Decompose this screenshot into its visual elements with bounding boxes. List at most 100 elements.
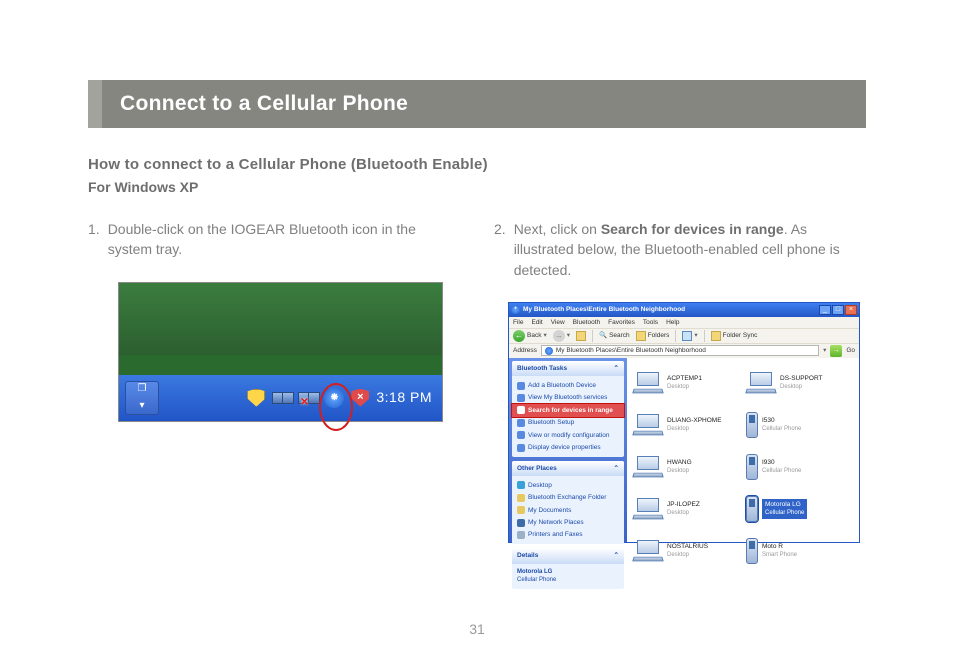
up-button[interactable] — [576, 331, 586, 341]
menu-tools[interactable]: Tools — [643, 318, 658, 327]
menu-edit[interactable]: Edit — [531, 318, 542, 327]
menu-favorites[interactable]: Favorites — [608, 318, 635, 327]
device-item[interactable]: I530Cellular Phone — [746, 406, 853, 444]
menu-bluetooth[interactable]: Bluetooth — [573, 318, 600, 327]
device-item[interactable]: DLIANG-XPHOMEDesktop — [633, 406, 740, 444]
sidebar-item-device-properties[interactable]: Display device properties — [517, 441, 619, 453]
step-text: Double-click on the IOGEAR Bluetooth ico… — [108, 219, 460, 260]
sidebar-item-label: Bluetooth Exchange Folder — [528, 493, 606, 502]
sidebar-details-content: Motorola LG Cellular Phone — [512, 564, 624, 589]
views-button[interactable]: ▾ — [682, 331, 697, 341]
laptop-icon — [746, 372, 776, 394]
sidebar-item-bluetooth-setup[interactable]: Bluetooth Setup — [517, 417, 619, 429]
device-item[interactable]: JP-ILOPEZDesktop — [633, 490, 740, 528]
folder-up-icon — [576, 331, 586, 341]
close-button[interactable]: × — [845, 305, 857, 315]
device-name: HWANG — [667, 458, 692, 467]
sidebar-item-search-devices[interactable]: Search for devices in range — [512, 404, 624, 416]
figure-explorer-window: * My Bluetooth Places\Entire Bluetooth N… — [508, 302, 860, 543]
step-number: 2. — [494, 219, 506, 280]
back-button[interactable]: ← Back ▾ — [513, 330, 547, 342]
sidebar-item-label: Bluetooth Setup — [528, 418, 574, 427]
chevron-down-icon[interactable]: ▾ — [823, 346, 826, 355]
sidebar-item-label: My Network Places — [528, 518, 584, 527]
title-accent — [88, 80, 102, 128]
security-shield-red-icon[interactable]: × — [350, 388, 370, 408]
foldersync-button[interactable]: Folder Sync — [711, 331, 758, 341]
sidebar-places-header[interactable]: Other Places ⌃ — [512, 461, 624, 476]
window-body: Bluetooth Tasks ⌃ Add a Bluetooth Device… — [509, 358, 859, 542]
sidebar-item-add-device[interactable]: Add a Bluetooth Device — [517, 379, 619, 391]
toolbar-separator — [704, 330, 705, 342]
sidebar-places-panel: Other Places ⌃ Desktop Bluetooth Exchang… — [512, 461, 624, 545]
search-icon: 🔍 — [599, 331, 607, 340]
page-title: Connect to a Cellular Phone — [102, 80, 866, 128]
device-name: DLIANG-XPHOME — [667, 416, 722, 425]
device-type: Cellular Phone — [765, 509, 804, 518]
device-item[interactable]: NOSTALRIUSDesktop — [633, 532, 740, 570]
forward-button[interactable]: → ▾ — [553, 330, 570, 342]
address-field[interactable]: My Bluetooth Places\Entire Bluetooth Nei… — [541, 345, 819, 356]
sidebar-item-view-services[interactable]: View My Bluetooth services — [517, 392, 619, 404]
sidebar-tasks-panel: Bluetooth Tasks ⌃ Add a Bluetooth Device… — [512, 361, 624, 457]
task-icon — [517, 444, 525, 452]
os-heading: For Windows XP — [88, 179, 866, 195]
maximize-button[interactable]: □ — [832, 305, 844, 315]
device-item[interactable]: HWANGDesktop — [633, 448, 740, 486]
sidebar: Bluetooth Tasks ⌃ Add a Bluetooth Device… — [509, 358, 627, 542]
taskbar-toggle-button[interactable]: ❐ ▾ — [125, 381, 159, 415]
sidebar-item-label: My Documents — [528, 506, 571, 515]
sidebar-item-printers[interactable]: Printers and Faxes — [517, 529, 619, 541]
sidebar-item-desktop[interactable]: Desktop — [517, 479, 619, 491]
security-shield-yellow-icon[interactable] — [246, 388, 266, 408]
menu-file[interactable]: File — [513, 318, 523, 327]
sidebar-tasks-header[interactable]: Bluetooth Tasks ⌃ — [512, 361, 624, 376]
sidebar-details-panel: Details ⌃ Motorola LG Cellular Phone — [512, 548, 624, 589]
device-item[interactable]: ACPTEMP1Desktop — [633, 364, 740, 402]
chevron-down-icon: ▾ — [694, 331, 697, 340]
step-text-bold: Search for devices in range — [601, 221, 784, 237]
sidebar-item-label: Display device properties — [528, 443, 601, 452]
menu-view[interactable]: View — [551, 318, 565, 327]
title-bar: Connect to a Cellular Phone — [88, 80, 866, 128]
sidebar-item-my-documents[interactable]: My Documents — [517, 504, 619, 516]
step-2: 2. Next, click on Search for devices in … — [494, 219, 866, 280]
sidebar-details-header[interactable]: Details ⌃ — [512, 548, 624, 563]
task-icon — [517, 382, 525, 390]
device-label: Motorola LGCellular Phone — [762, 499, 807, 519]
column-right: 2. Next, click on Search for devices in … — [494, 219, 866, 543]
views-icon — [682, 331, 692, 341]
device-type: Desktop — [780, 383, 823, 392]
page-number: 31 — [469, 621, 485, 637]
place-icon — [517, 531, 525, 539]
device-type: Cellular Phone — [762, 467, 801, 476]
taskbar: ❐ ▾ × ⁕ — [119, 375, 442, 421]
network-pcs-icon[interactable] — [272, 388, 292, 408]
manual-page: Connect to a Cellular Phone How to conne… — [0, 0, 954, 543]
window-icon: * — [511, 305, 520, 314]
folders-label: Folders — [648, 331, 670, 340]
device-item[interactable]: Moto RSmart Phone — [746, 532, 853, 570]
device-item[interactable]: I930Cellular Phone — [746, 448, 853, 486]
device-label: DLIANG-XPHOMEDesktop — [667, 416, 722, 434]
step-1: 1. Double-click on the IOGEAR Bluetooth … — [88, 219, 460, 260]
sidebar-item-network-places[interactable]: My Network Places — [517, 517, 619, 529]
menu-help[interactable]: Help — [666, 318, 679, 327]
laptop-icon — [633, 372, 663, 394]
sidebar-item-exchange-folder[interactable]: Bluetooth Exchange Folder — [517, 492, 619, 504]
chevron-down-icon: ▾ — [567, 331, 570, 340]
device-item[interactable]: Motorola LGCellular Phone — [746, 490, 853, 528]
sidebar-item-modify-config[interactable]: View or modify configuration — [517, 429, 619, 441]
device-type: Desktop — [667, 467, 692, 476]
collapse-icon: ⌃ — [614, 551, 619, 560]
forward-arrow-icon: → — [553, 330, 565, 342]
foldersync-label: Folder Sync — [723, 331, 758, 340]
minimize-button[interactable]: _ — [819, 305, 831, 315]
device-item[interactable]: DS-SUPPORTDesktop — [746, 364, 853, 402]
search-button[interactable]: 🔍Search — [599, 331, 630, 340]
folders-button[interactable]: Folders — [636, 331, 670, 341]
go-button[interactable]: → — [830, 345, 842, 357]
place-icon — [517, 519, 525, 527]
network-pcs-disconnected-icon[interactable]: × — [298, 388, 318, 408]
phone-icon — [746, 496, 758, 522]
